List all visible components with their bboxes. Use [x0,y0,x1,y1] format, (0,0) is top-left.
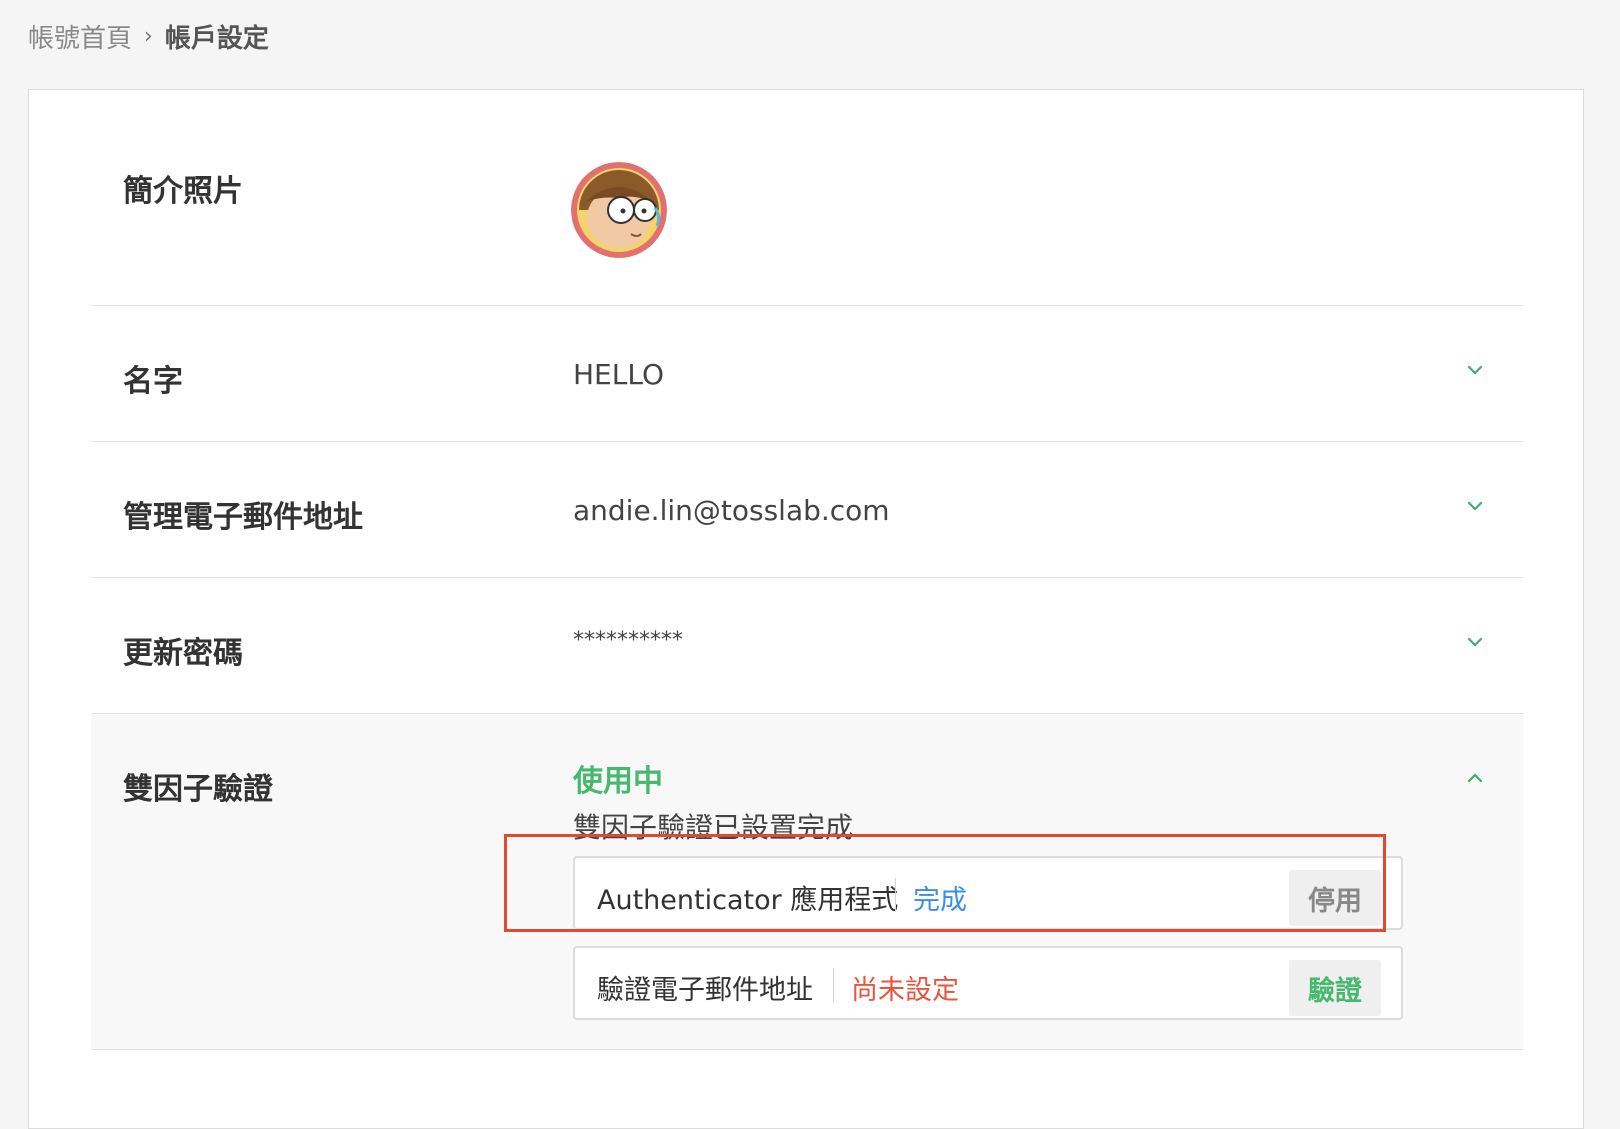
divider [833,968,834,1002]
chevron-up-icon[interactable] [1463,766,1487,790]
chevron-down-icon[interactable] [1463,358,1487,382]
two-factor-status: 使用中 [573,764,663,799]
divider [895,878,896,912]
breadcrumb-current: 帳戶設定 [164,24,269,54]
chevron-right-icon: › [144,24,153,49]
authenticator-method: Authenticator 應用程式 完成 停用 [573,856,1403,930]
profile-photo-row: 簡介照片 [91,90,1523,306]
email-value: andie.lin@tosslab.com [573,494,890,527]
disable-authenticator-button[interactable]: 停用 [1289,870,1381,926]
authenticator-method-state: 完成 [913,885,967,916]
breadcrumb-home-link[interactable]: 帳號首頁 [28,18,132,55]
password-value: ********** [573,628,683,653]
password-label: 更新密碼 [123,636,243,671]
name-value: HELLO [573,358,664,391]
name-label: 名字 [123,364,183,399]
password-row[interactable]: 更新密碼 ********** [91,578,1523,714]
breadcrumb: 帳號首頁 › 帳戶設定 [28,18,269,55]
verify-email-button[interactable]: 驗證 [1289,960,1381,1016]
chevron-down-icon[interactable] [1463,494,1487,518]
email-label: 管理電子郵件地址 [123,500,363,535]
avatar[interactable] [571,162,667,258]
chevron-down-icon[interactable] [1463,630,1487,654]
authenticator-method-name: Authenticator 應用程式 [597,885,899,916]
email-row[interactable]: 管理電子郵件地址 andie.lin@tosslab.com [91,442,1523,578]
profile-photo-label: 簡介照片 [123,174,243,209]
account-settings-card: 簡介照片 名字 HELLO 管理電子郵件地址 andie.lin@tosslab… [28,89,1584,1129]
two-factor-row: 雙因子驗證 使用中 雙因子驗證已設置完成 Authenticator 應用程式 … [91,714,1523,1050]
email-verification-method: 驗證電子郵件地址 尚未設定 驗證 [573,946,1403,1020]
avatar-image [571,162,667,258]
email-verification-method-name: 驗證電子郵件地址 [597,975,813,1006]
two-factor-label: 雙因子驗證 [123,772,273,807]
email-verification-method-state: 尚未設定 [851,975,959,1006]
two-factor-description: 雙因子驗證已設置完成 [573,811,854,844]
name-row[interactable]: 名字 HELLO [91,306,1523,442]
